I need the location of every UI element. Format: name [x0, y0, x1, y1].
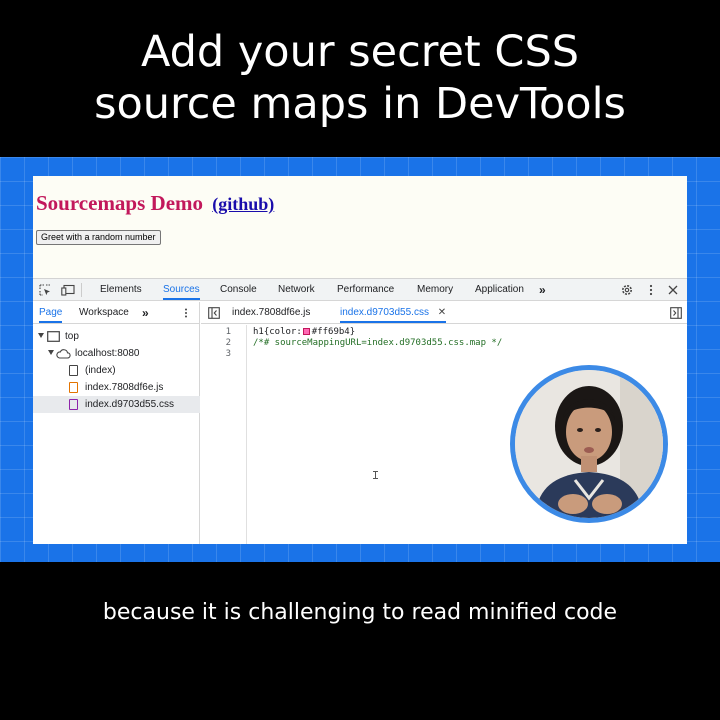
- tab-console[interactable]: Console: [220, 279, 257, 301]
- line-number: 1: [225, 327, 231, 337]
- webpage-viewport: Sourcemaps Demo (github) Greet with a ra…: [33, 176, 687, 278]
- greet-button[interactable]: Greet with a random number: [36, 230, 161, 245]
- devtools-toolbar: Elements Sources Console Network Perform…: [33, 279, 687, 301]
- chevron-double-right-icon[interactable]: »: [142, 302, 149, 324]
- toggle-navigator-icon[interactable]: [208, 307, 220, 319]
- editor-tab-label: index.d9703d55.css: [340, 307, 429, 318]
- more-vertical-icon[interactable]: [183, 308, 189, 318]
- navigator-tabs: Page Workspace »: [33, 302, 200, 324]
- tree-item-js-file[interactable]: index.7808df6e.js: [33, 379, 200, 396]
- close-icon[interactable]: [667, 284, 679, 296]
- color-swatch-icon[interactable]: [302, 328, 310, 335]
- tree-item-label: (index): [85, 365, 116, 376]
- tab-memory[interactable]: Memory: [417, 279, 453, 301]
- headline-line-1: Add your secret CSS: [140, 27, 580, 77]
- sources-navigator: Page Workspace » top localhost:8080 (ind…: [33, 302, 200, 544]
- tab-application[interactable]: Application: [475, 279, 524, 301]
- css-file-icon: [69, 399, 78, 410]
- inspect-element-icon[interactable]: [39, 284, 51, 296]
- more-vertical-icon[interactable]: [645, 284, 657, 296]
- tab-performance[interactable]: Performance: [337, 279, 394, 301]
- chevron-double-right-icon[interactable]: »: [539, 279, 546, 301]
- headline-line-2: source maps in DevTools: [94, 79, 626, 129]
- frame-icon: [47, 331, 60, 342]
- code-text: h1{color:: [253, 327, 302, 337]
- toolbar-divider: [81, 283, 82, 297]
- editor-tab-css[interactable]: index.d9703d55.css ✕: [340, 302, 447, 323]
- tree-item-label: top: [65, 331, 79, 342]
- tab-network[interactable]: Network: [278, 279, 315, 301]
- tree-item-label: index.7808df6e.js: [85, 382, 164, 393]
- close-tab-icon[interactable]: ✕: [438, 307, 446, 318]
- editor-tab-js[interactable]: index.7808df6e.js: [232, 302, 310, 324]
- code-line-1[interactable]: h1{color: #ff69b4}: [253, 327, 355, 338]
- tree-item-index[interactable]: (index): [33, 362, 200, 379]
- editor-tab-bar: index.7808df6e.js index.d9703d55.css ✕: [201, 302, 687, 324]
- tree-item-css-file[interactable]: index.d9703d55.css: [33, 396, 200, 413]
- tab-elements[interactable]: Elements: [100, 279, 142, 301]
- tree-item-localhost[interactable]: localhost:8080: [33, 345, 200, 362]
- tree-item-label: localhost:8080: [75, 348, 140, 359]
- document-icon: [69, 365, 78, 376]
- toggle-debugger-icon[interactable]: [670, 307, 682, 319]
- presenter-webcam: [510, 365, 668, 523]
- presenter-avatar: [515, 370, 663, 518]
- tab-workspace[interactable]: Workspace: [79, 302, 129, 324]
- subtitle-caption: because it is challenging to read minifi…: [102, 600, 618, 625]
- line-number-gutter: 1 2 3: [201, 325, 247, 544]
- js-file-icon: [69, 382, 78, 393]
- tree-item-label: index.d9703d55.css: [85, 399, 174, 410]
- line-number: 3: [225, 349, 231, 359]
- cloud-icon: [56, 349, 71, 359]
- code-comment: /*# sourceMappingURL=index.d9703d55.css.…: [253, 338, 503, 348]
- page-heading: Sourcemaps Demo (github): [36, 191, 274, 216]
- line-number: 2: [225, 338, 231, 348]
- device-toolbar-icon[interactable]: [61, 284, 75, 296]
- tree-item-top[interactable]: top: [33, 328, 200, 345]
- page-heading-text: Sourcemaps Demo: [36, 191, 204, 215]
- text-cursor-icon: [373, 471, 378, 479]
- code-line-2[interactable]: /*# sourceMappingURL=index.d9703d55.css.…: [253, 338, 502, 349]
- expand-triangle-icon[interactable]: [38, 333, 44, 338]
- github-link[interactable]: (github): [212, 194, 274, 214]
- tab-page[interactable]: Page: [39, 302, 63, 323]
- expand-triangle-icon[interactable]: [48, 350, 54, 355]
- code-text: #ff69b4}: [311, 327, 356, 337]
- headline: Add your secret CSS source maps in DevTo…: [0, 26, 720, 130]
- tab-sources[interactable]: Sources: [163, 279, 200, 300]
- gear-icon[interactable]: [621, 284, 633, 296]
